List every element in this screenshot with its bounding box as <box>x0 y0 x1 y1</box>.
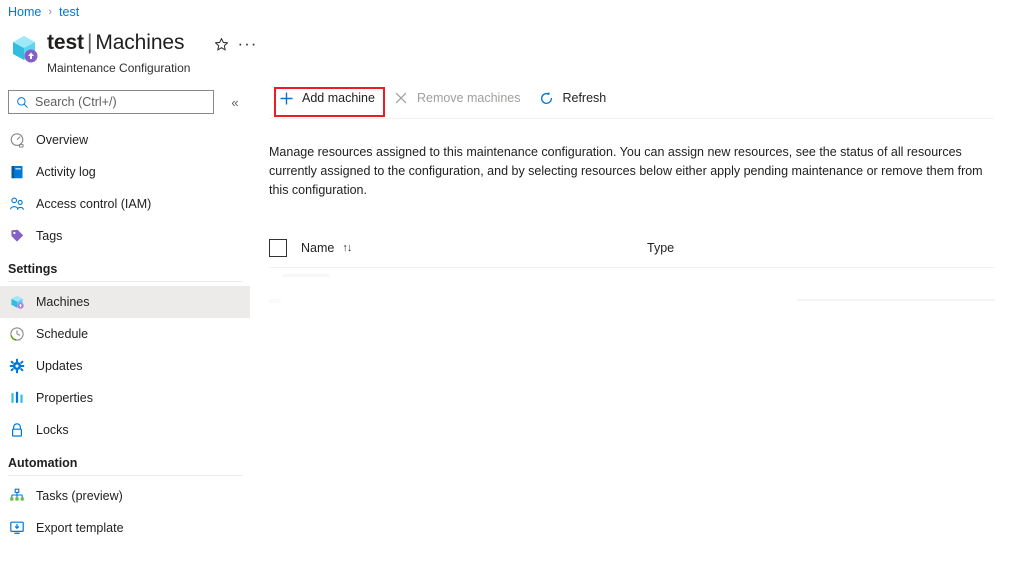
sidebar-item-label: Export template <box>36 521 124 535</box>
sidebar-item-label: Tags <box>36 229 63 243</box>
sort-arrows-icon: ↑↓ <box>342 242 352 254</box>
sidebar-group-title: Settings <box>8 262 58 276</box>
page-title-separator: | <box>86 31 93 54</box>
sidebar: « Overview Activity log <box>0 88 250 561</box>
page-subtitle: Maintenance Configuration <box>47 61 191 75</box>
sidebar-item-label: Overview <box>36 133 89 147</box>
sidebar-group-settings: Settings <box>0 262 250 282</box>
plus-icon <box>278 90 294 106</box>
loading-skeleton-bar <box>269 299 281 303</box>
sidebar-primary-items: Overview Activity log Access control (IA… <box>0 124 250 252</box>
star-icon[interactable] <box>208 32 234 56</box>
sidebar-item-label: Updates <box>36 359 83 373</box>
sidebar-item-label: Locks <box>36 423 69 437</box>
sidebar-item-overview[interactable]: Overview <box>0 124 250 156</box>
maintenance-configuration-cube-icon <box>8 32 40 64</box>
sidebar-item-machines[interactable]: Machines <box>0 286 250 318</box>
page-title-section: Machines <box>95 31 185 54</box>
sidebar-item-label: Properties <box>36 391 93 405</box>
sidebar-item-tasks[interactable]: Tasks (preview) <box>0 480 250 512</box>
page-title: test | Machines <box>47 31 184 55</box>
sidebar-item-activity-log[interactable]: Activity log <box>0 156 250 188</box>
sidebar-item-access-control[interactable]: Access control (IAM) <box>0 188 250 220</box>
overview-gauge-icon <box>8 131 26 149</box>
page-header-actions: ··· <box>208 32 260 56</box>
remove-machines-label: Remove machines <box>416 91 521 105</box>
table-loading-placeholder <box>269 268 995 303</box>
sidebar-item-label: Schedule <box>36 327 89 341</box>
tag-icon <box>8 227 26 245</box>
sidebar-group-automation: Automation <box>0 456 250 476</box>
table-header-row: Name ↑↓ Type <box>269 233 995 263</box>
sidebar-item-updates[interactable]: Updates <box>0 350 250 382</box>
search-icon <box>17 96 28 108</box>
breadcrumb-separator-icon: › <box>48 6 53 18</box>
remove-machines-button[interactable]: Remove machines <box>384 84 530 112</box>
column-header-type-label: Type <box>647 241 675 255</box>
cross-icon <box>393 90 409 106</box>
machines-cube-icon <box>8 293 26 311</box>
breadcrumb-item-test[interactable]: test <box>59 5 79 19</box>
page-title-resource: test <box>47 31 84 54</box>
breadcrumb-item-home[interactable]: Home <box>8 5 41 19</box>
activity-log-icon <box>8 163 26 181</box>
sidebar-item-tags[interactable]: Tags <box>0 220 250 252</box>
loading-skeleton-bar <box>797 299 995 301</box>
page-header: test | Machines Maintenance Configuration … <box>8 28 260 75</box>
refresh-button[interactable]: Refresh <box>529 84 615 112</box>
properties-bars-icon <box>8 389 26 407</box>
sidebar-group-divider <box>8 281 242 282</box>
sidebar-item-locks[interactable]: Locks <box>0 414 250 446</box>
lock-icon <box>8 421 26 439</box>
sidebar-search-row: « <box>0 88 250 116</box>
schedule-clock-icon <box>8 325 26 343</box>
updates-gear-icon <box>8 357 26 375</box>
machines-table: Name ↑↓ Type <box>269 233 995 303</box>
column-header-name[interactable]: Name ↑↓ <box>301 241 647 255</box>
add-machine-label: Add machine <box>302 91 375 105</box>
sidebar-item-schedule[interactable]: Schedule <box>0 318 250 350</box>
refresh-icon <box>538 90 554 106</box>
main-content: Add machine Remove machines Refresh Mana… <box>250 78 1014 561</box>
breadcrumb: Home › test <box>8 2 79 22</box>
refresh-label: Refresh <box>562 91 607 105</box>
access-control-icon <box>8 195 26 213</box>
tasks-tree-icon <box>8 487 26 505</box>
column-header-type[interactable]: Type <box>647 241 995 255</box>
sidebar-item-label: Tasks (preview) <box>36 489 123 503</box>
sidebar-item-label: Activity log <box>36 165 96 179</box>
export-template-icon <box>8 519 26 537</box>
column-header-name-label: Name <box>301 241 335 255</box>
search-input[interactable] <box>35 95 195 109</box>
sidebar-item-export-template[interactable]: Export template <box>0 512 250 544</box>
sidebar-group-title: Automation <box>8 456 78 470</box>
command-bar-divider <box>269 118 994 119</box>
select-all-checkbox[interactable] <box>269 239 287 257</box>
page-description: Manage resources assigned to this mainte… <box>269 145 983 197</box>
add-machine-button[interactable]: Add machine <box>269 84 384 112</box>
ellipsis-icon[interactable]: ··· <box>234 32 260 56</box>
sidebar-group-divider <box>8 475 242 476</box>
sidebar-item-label: Machines <box>36 295 90 309</box>
sidebar-item-properties[interactable]: Properties <box>0 382 250 414</box>
collapse-sidebar-icon[interactable]: « <box>224 91 246 113</box>
search-box[interactable] <box>8 90 214 114</box>
loading-skeleton-bar <box>282 274 330 277</box>
sidebar-item-label: Access control (IAM) <box>36 197 152 211</box>
command-bar: Add machine Remove machines Refresh <box>250 78 1014 118</box>
